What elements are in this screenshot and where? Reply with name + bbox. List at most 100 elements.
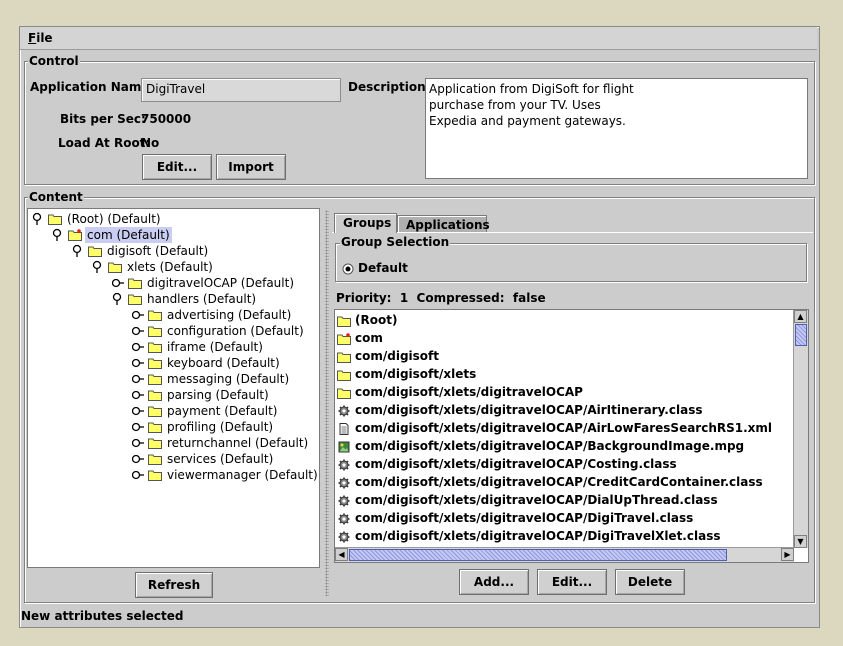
class-file-icon xyxy=(337,530,351,543)
list-item-name: com/digisoft/xlets/digitravelOCAP/DigiTr… xyxy=(355,511,694,525)
app-name-label: Application Name: xyxy=(30,80,155,94)
folder-icon xyxy=(337,314,351,327)
horizontal-scrollbar[interactable]: ◀ ▶ xyxy=(335,547,794,562)
tree-node-label: parsing (Default) xyxy=(167,388,269,402)
tree-expanded-icon[interactable] xyxy=(72,243,84,259)
list-item-name: com/digisoft/xlets/digitravelOCAP/Costin… xyxy=(355,457,677,471)
class-file-icon xyxy=(337,512,351,525)
list-item-name: com/digisoft xyxy=(355,349,439,363)
tree-node-label: keyboard (Default) xyxy=(167,356,280,370)
tree-expanded-icon[interactable] xyxy=(92,259,104,275)
tree-node-label: digisoft (Default) xyxy=(107,244,209,258)
app-name-value: DigiTravel xyxy=(146,82,206,96)
load-at-root-value: No xyxy=(141,136,160,150)
folder-icon xyxy=(148,469,162,485)
tree-node-label: messaging (Default) xyxy=(167,372,290,386)
folder-icon xyxy=(148,437,162,453)
scroll-down-icon[interactable]: ▼ xyxy=(794,535,807,548)
app-name-field[interactable]: DigiTravel xyxy=(141,78,341,102)
bits-per-sec-label: Bits per Sec: xyxy=(60,112,146,126)
folder-icon xyxy=(148,405,162,421)
tree-expanded-icon[interactable] xyxy=(52,227,64,243)
list-item-name: com/digisoft/xlets/digitravelOCAP/DialUp… xyxy=(355,493,718,507)
folder-icon xyxy=(148,357,162,373)
tree-collapsed-icon[interactable] xyxy=(131,435,144,451)
tree-collapsed-icon[interactable] xyxy=(131,355,144,371)
tree-collapsed-icon[interactable] xyxy=(131,307,144,323)
tree-node-label: profiling (Default) xyxy=(167,420,274,434)
tree-collapsed-icon[interactable] xyxy=(131,387,144,403)
tab-groups[interactable]: Groups xyxy=(334,213,397,233)
tree-collapsed-icon[interactable] xyxy=(131,451,144,467)
status-bar-text: New attributes selected xyxy=(21,609,184,623)
scroll-up-icon[interactable]: ▲ xyxy=(794,310,807,323)
tree-node-label: returnchannel (Default) xyxy=(167,436,309,450)
list-item-name: com/digisoft/xlets/digitravelOCAP/DigiTr… xyxy=(355,529,721,543)
folder-icon xyxy=(337,332,351,345)
import-button[interactable]: Import xyxy=(216,154,286,180)
group-selection-legend: Group Selection xyxy=(340,235,451,249)
bits-per-sec-value: 750000 xyxy=(141,112,192,126)
priority-label: Priority: xyxy=(336,291,392,305)
control-edit-button[interactable]: Edit... xyxy=(142,154,212,180)
default-radio-label: Default xyxy=(358,261,408,275)
tree-collapsed-icon[interactable] xyxy=(111,275,124,291)
tree-expanded-icon[interactable] xyxy=(32,211,44,227)
delete-button[interactable]: Delete xyxy=(615,569,685,595)
list-item-name: com/digisoft/xlets xyxy=(355,367,477,381)
file-list[interactable]: (Root) com com/digisoft com/digisoft/xlets c… xyxy=(334,309,809,563)
tree-collapsed-icon[interactable] xyxy=(131,371,144,387)
tree-node-label: services (Default) xyxy=(167,452,274,466)
load-at-root-label: Load At Root: xyxy=(58,136,151,150)
tab-applications[interactable]: Applications xyxy=(397,215,490,233)
tree-node-label: handlers (Default) xyxy=(147,292,257,306)
tree-node-label: payment (Default) xyxy=(167,404,278,418)
class-file-icon xyxy=(337,476,351,489)
group-selection-panel: Group Selection Default xyxy=(335,235,807,282)
radio-selected-icon xyxy=(342,263,354,275)
list-edit-button[interactable]: Edit... xyxy=(537,569,607,595)
split-pane-divider[interactable] xyxy=(325,210,329,596)
tree-node-label: xlets (Default) xyxy=(127,260,213,274)
package-tree[interactable]: (Root) (Default) com (Default) digisoft (D… xyxy=(27,208,320,568)
list-item-name: com/digisoft/xlets/digitravelOCAP xyxy=(355,385,583,399)
tree-collapsed-icon[interactable] xyxy=(131,323,144,339)
list-item-name: com/digisoft/xlets/digitravelOCAP/AirIti… xyxy=(355,403,703,417)
tree-node-label: (Root) (Default) xyxy=(67,212,161,226)
list-item-name: com/digisoft/xlets/digitravelOCAP/Backgr… xyxy=(355,439,745,453)
list-item-name: com xyxy=(355,331,383,345)
tree-node-label: configuration (Default) xyxy=(167,324,304,338)
folder-icon xyxy=(148,341,162,357)
control-legend: Control xyxy=(28,54,80,68)
vertical-scrollbar[interactable]: ▲ ▼ xyxy=(793,310,808,548)
class-file-icon xyxy=(337,458,351,471)
class-file-icon xyxy=(337,494,351,507)
tree-collapsed-icon[interactable] xyxy=(131,419,144,435)
tree-node-label: viewermanager (Default) xyxy=(167,468,318,482)
folder-icon xyxy=(148,373,162,389)
tree-node-label: advertising (Default) xyxy=(167,308,292,322)
tree-node-label: digitravelOCAP (Default) xyxy=(147,276,295,290)
file-menu-label: ile xyxy=(36,31,53,45)
tree-expanded-icon[interactable] xyxy=(112,291,124,307)
menu-bar: File xyxy=(20,27,817,50)
folder-icon xyxy=(337,386,351,399)
tree-node-label: com (Default) xyxy=(85,227,172,243)
compressed-label: Compressed: xyxy=(416,291,505,305)
image-file-icon xyxy=(337,440,351,453)
horizontal-scroll-thumb[interactable] xyxy=(349,549,727,561)
tree-node-label: iframe (Default) xyxy=(167,340,263,354)
folder-icon xyxy=(148,421,162,437)
tree-collapsed-icon[interactable] xyxy=(131,467,144,483)
file-menu[interactable]: File xyxy=(26,30,55,46)
tree-collapsed-icon[interactable] xyxy=(131,403,144,419)
add-button[interactable]: Add... xyxy=(459,569,529,595)
description-textarea[interactable]: Application from DigiSoft for flight pur… xyxy=(425,78,808,179)
refresh-button[interactable]: Refresh xyxy=(135,572,213,598)
vertical-scroll-thumb[interactable] xyxy=(795,324,807,346)
scroll-left-icon[interactable]: ◀ xyxy=(335,548,348,561)
tree-collapsed-icon[interactable] xyxy=(131,339,144,355)
content-legend: Content xyxy=(28,190,84,204)
scroll-right-icon[interactable]: ▶ xyxy=(781,548,794,561)
file-menu-mnemonic: F xyxy=(28,31,37,45)
